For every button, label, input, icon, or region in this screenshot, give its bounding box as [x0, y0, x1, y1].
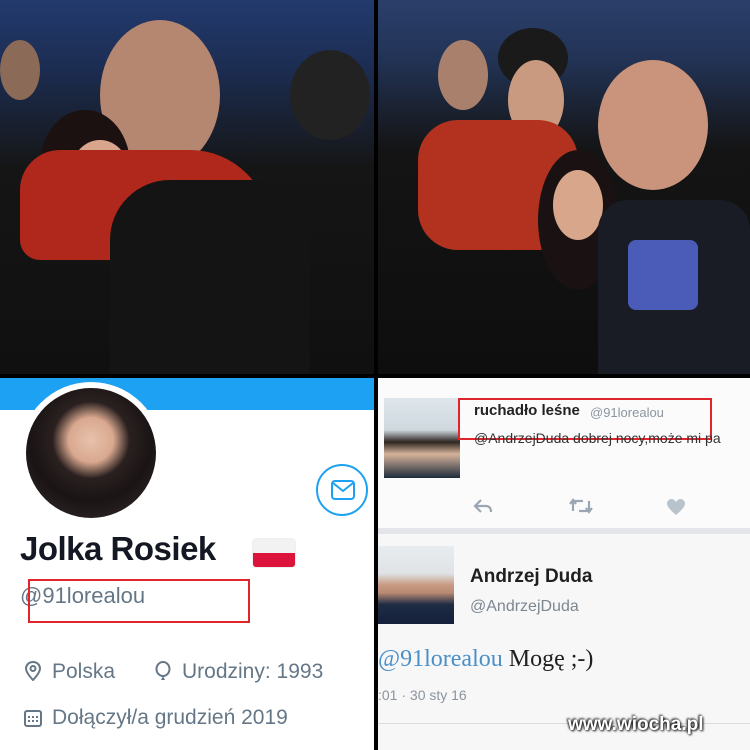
reply-author-name[interactable]: Andrzej Duda [470, 566, 592, 588]
poland-flag-icon [253, 539, 295, 567]
photo-embrace [0, 0, 374, 374]
reply-body: Mogę ;-) [508, 646, 594, 672]
location-text: Polska [52, 660, 116, 683]
message-button[interactable] [316, 464, 368, 516]
reply-timestamp[interactable]: :01 · 30 sty 16 [378, 687, 467, 703]
site-watermark: www.wiocha.pl [568, 714, 704, 735]
photo-selfie [378, 0, 750, 374]
dark-coat [110, 180, 310, 374]
reply-text: @91lorealou Mogę ;-) [378, 646, 593, 673]
tweet-text: @AndrzejDuda dobrej nocy,może mi pa [474, 430, 721, 446]
crowd-face [0, 40, 40, 100]
birthday-row: Urodziny: 1993 [154, 660, 323, 684]
tweet-author-avatar[interactable] [384, 398, 460, 478]
retweet-icon[interactable] [568, 498, 594, 519]
reply-icon[interactable] [473, 498, 493, 519]
envelope-icon [331, 480, 355, 500]
joined-text: Dołączył/a grudzień 2019 [52, 706, 288, 729]
reply-author-avatar[interactable] [378, 546, 454, 624]
president-face [598, 60, 708, 190]
crowd-face [438, 40, 488, 110]
balloon-icon [155, 661, 171, 680]
calendar-icon [24, 710, 42, 727]
reply-mention-link[interactable]: @91lorealou [378, 646, 503, 672]
woman-face [553, 170, 603, 240]
beanie-man [290, 50, 370, 140]
profile-avatar[interactable] [20, 382, 162, 524]
like-heart-icon[interactable] [666, 498, 686, 521]
location-row: Polska [24, 660, 115, 684]
joined-row: Dołączył/a grudzień 2019 [24, 706, 288, 730]
avatar-photo [26, 388, 156, 518]
profile-name: Jolka Rosiek [20, 530, 216, 567]
tweet-thread: ruchadło leśne @91lorealou @AndrzejDuda … [378, 378, 750, 750]
birthday-text: Urodziny: 1993 [182, 660, 324, 683]
phone [628, 240, 698, 310]
twitter-profile-card: Jolka Rosiek @91lorealou Polska Urodziny… [0, 378, 374, 750]
location-pin-icon [24, 660, 42, 682]
reply-author-handle[interactable]: @AndrzejDuda [470, 598, 579, 616]
handle-highlight-box [28, 579, 250, 623]
